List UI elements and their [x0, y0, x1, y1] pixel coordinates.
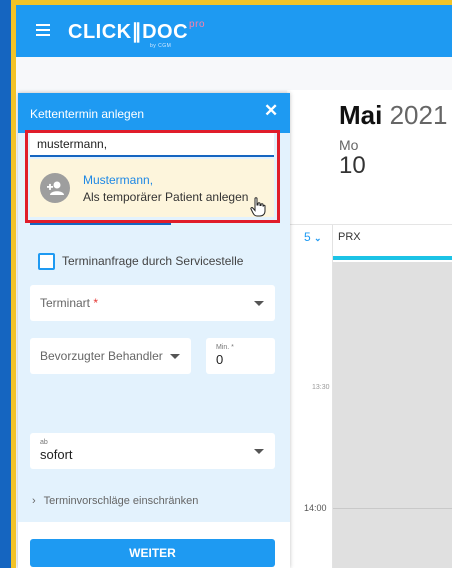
chain-appointment-panel: Kettentermin anlegen ✕ Mustermann, Als t… [18, 93, 290, 568]
chevron-down-icon [254, 449, 264, 454]
service-request-label: Terminanfrage durch Servicestelle [62, 254, 244, 268]
preferred-practitioner-label: Bevorzugter Behandler [40, 349, 163, 363]
panel-title: Kettentermin anlegen [30, 107, 145, 121]
restrict-suggestions-label: Terminvorschläge einschränken [43, 495, 199, 507]
calendar-weekday: Mo [339, 137, 359, 153]
calendar-month-year: Mai 2021 [339, 100, 448, 130]
minutes-value: 0 [216, 352, 224, 367]
chevron-down-icon: ⌄ [314, 233, 322, 243]
logo-by: by CGM [150, 43, 172, 49]
logo-pro: pro [189, 19, 205, 30]
minutes-label: Min. * [216, 344, 234, 351]
menu-icon[interactable] [36, 24, 50, 36]
continue-button[interactable]: WEITER [30, 539, 275, 567]
app-logo: CLICK∥DOCpro by CGM [68, 19, 205, 49]
panel-header: Kettentermin anlegen ✕ [18, 93, 290, 133]
time-label: 13:30 [312, 384, 330, 391]
appointment-type-select[interactable]: Terminart * [30, 285, 275, 321]
chevron-right-icon: › [32, 495, 36, 507]
time-label: 14:00 [304, 503, 327, 513]
view-count-selector[interactable]: 5 ⌄ [304, 230, 322, 244]
restrict-suggestions-toggle[interactable]: › Terminvorschläge einschränken [32, 495, 198, 507]
start-label: ab [40, 439, 48, 446]
top-bar: CLICK∥DOCpro by CGM [16, 5, 452, 57]
start-select[interactable]: ab sofort [30, 433, 275, 469]
start-value: sofort [40, 447, 73, 462]
chevron-down-icon [170, 354, 180, 359]
logo-text: CLICK∥DOC [68, 21, 189, 43]
calendar-day-number: 10 [339, 152, 366, 179]
calendar-column-accent [333, 256, 452, 260]
calendar-view: Mai 2021 Mo 10 5 ⌄ PRX 13:30 14:00 [287, 90, 452, 568]
service-request-checkbox[interactable] [38, 253, 55, 270]
chevron-down-icon [254, 301, 264, 306]
minutes-field[interactable]: Min. * 0 [206, 338, 275, 374]
calendar-column-label: PRX [338, 231, 361, 243]
close-icon[interactable]: ✕ [264, 101, 278, 121]
window-frame-left [0, 0, 11, 568]
calendar-divider [287, 224, 452, 225]
appointment-type-label: Terminart * [40, 296, 99, 310]
results-scroll-indicator [30, 223, 171, 225]
hour-line [333, 508, 452, 509]
app-window: CLICK∥DOCpro by CGM Mai 2021 Mo 10 5 ⌄ P… [16, 5, 452, 568]
preferred-practitioner-select[interactable]: Bevorzugter Behandler [30, 338, 191, 374]
highlight-annotation [25, 130, 280, 223]
calendar-time-grid[interactable] [333, 262, 452, 568]
panel-footer: WEITER [18, 522, 290, 568]
